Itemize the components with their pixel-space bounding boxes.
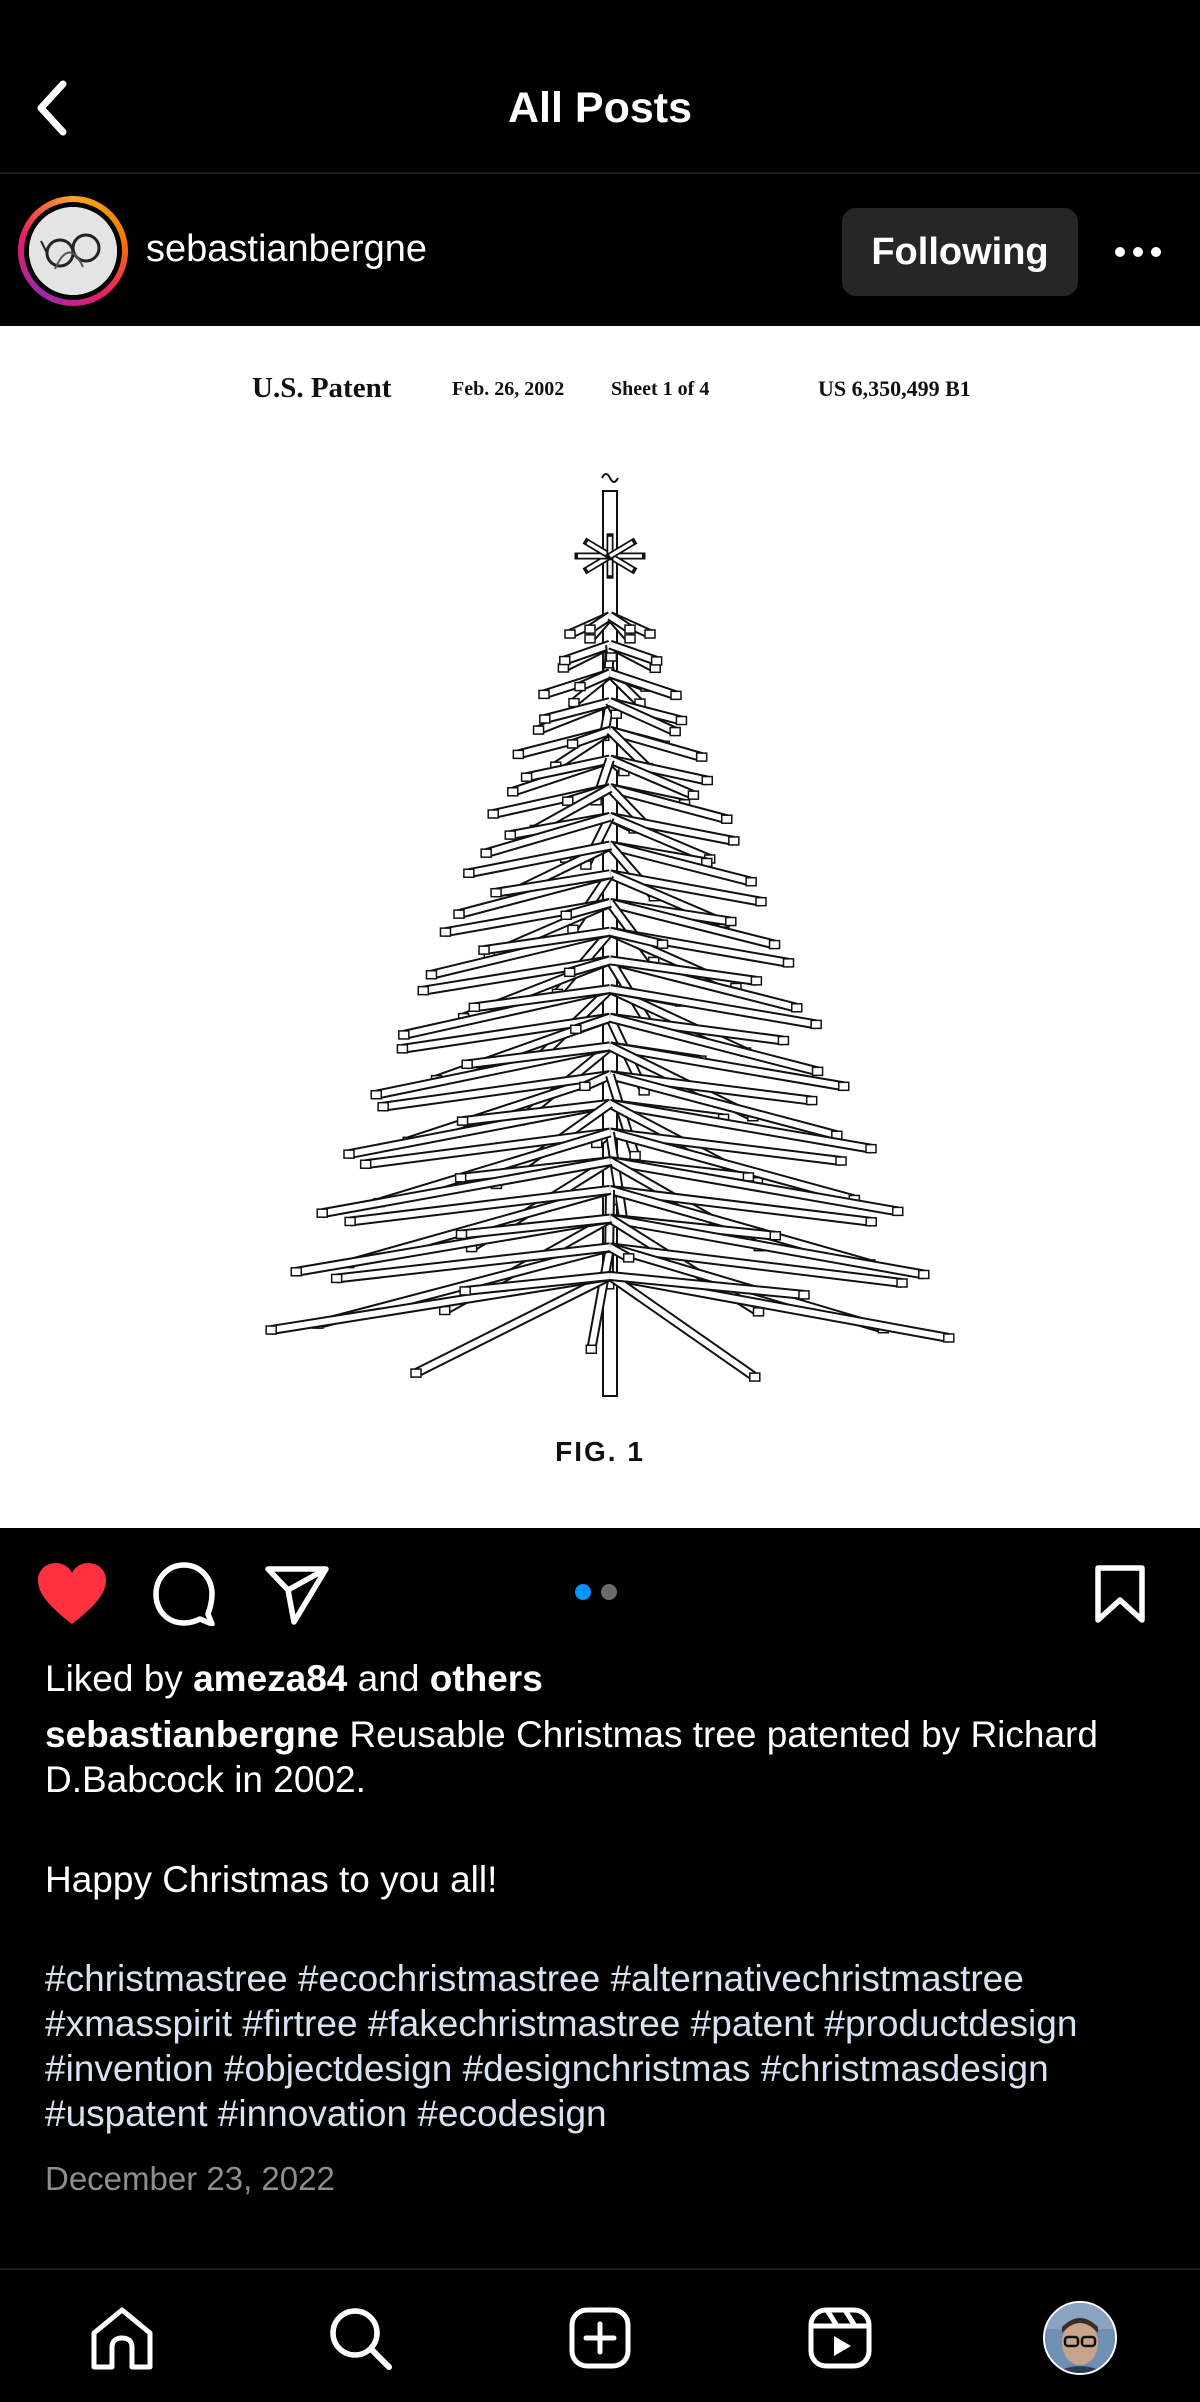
likes-summary[interactable]: Liked by ameza84 and others <box>45 1656 543 1701</box>
more-horizontal-icon <box>1115 247 1161 257</box>
nav-create[interactable] <box>560 2298 640 2378</box>
create-icon <box>569 2307 631 2369</box>
bottom-nav <box>0 2268 1200 2402</box>
save-button[interactable] <box>1094 1564 1146 1629</box>
carousel-indicator <box>575 1584 617 1600</box>
nav-profile[interactable] <box>1040 2298 1120 2378</box>
more-options-button[interactable] <box>1108 226 1168 278</box>
comment-icon <box>153 1562 215 1627</box>
send-icon <box>265 1566 329 1625</box>
caption-text: sebastianbergne Reusable Christmas tree … <box>45 1712 1155 1902</box>
post-image[interactable]: U.S. Patent Feb. 26, 2002 Sheet 1 of 4 U… <box>0 326 1200 1528</box>
post-date: December 23, 2022 <box>45 2160 335 2197</box>
caption-username[interactable]: sebastianbergne <box>45 1714 339 1755</box>
christmas-tree-drawing <box>265 473 955 1397</box>
post-actions <box>0 1528 1200 1660</box>
likes-others[interactable]: others <box>430 1658 543 1699</box>
nav-reels[interactable] <box>800 2298 880 2378</box>
story-ring[interactable] <box>18 196 128 306</box>
profile-avatar <box>1043 2301 1117 2375</box>
nav-search[interactable] <box>320 2298 400 2378</box>
caption-greeting: Happy Christmas to you all! <box>45 1859 498 1900</box>
liker-username[interactable]: ameza84 <box>193 1658 347 1699</box>
home-icon <box>91 2307 153 2370</box>
figure-label: FIG. 1 <box>555 1436 645 1467</box>
post-header: sebastianbergne Following <box>0 172 1200 326</box>
bookmark-icon <box>1095 1565 1145 1623</box>
following-button[interactable]: Following <box>842 208 1078 296</box>
likes-joiner: and <box>357 1658 420 1699</box>
carousel-dot <box>575 1584 591 1600</box>
carousel-dot <box>601 1584 617 1600</box>
post-username[interactable]: sebastianbergne <box>146 228 427 271</box>
share-button[interactable] <box>264 1564 330 1631</box>
reels-icon <box>808 2307 872 2369</box>
top-bar: All Posts <box>0 0 1200 174</box>
like-button[interactable] <box>36 1562 108 1631</box>
caption-hashtags[interactable]: #christmastree #ecochristmastree #altern… <box>45 1956 1175 2136</box>
likes-prefix: Liked by <box>45 1658 183 1699</box>
search-icon <box>330 2308 392 2370</box>
heart-icon <box>38 1563 106 1624</box>
comment-button[interactable] <box>152 1562 216 1631</box>
page-title: All Posts <box>508 84 692 132</box>
nav-home[interactable] <box>82 2298 162 2378</box>
avatar <box>29 207 117 295</box>
